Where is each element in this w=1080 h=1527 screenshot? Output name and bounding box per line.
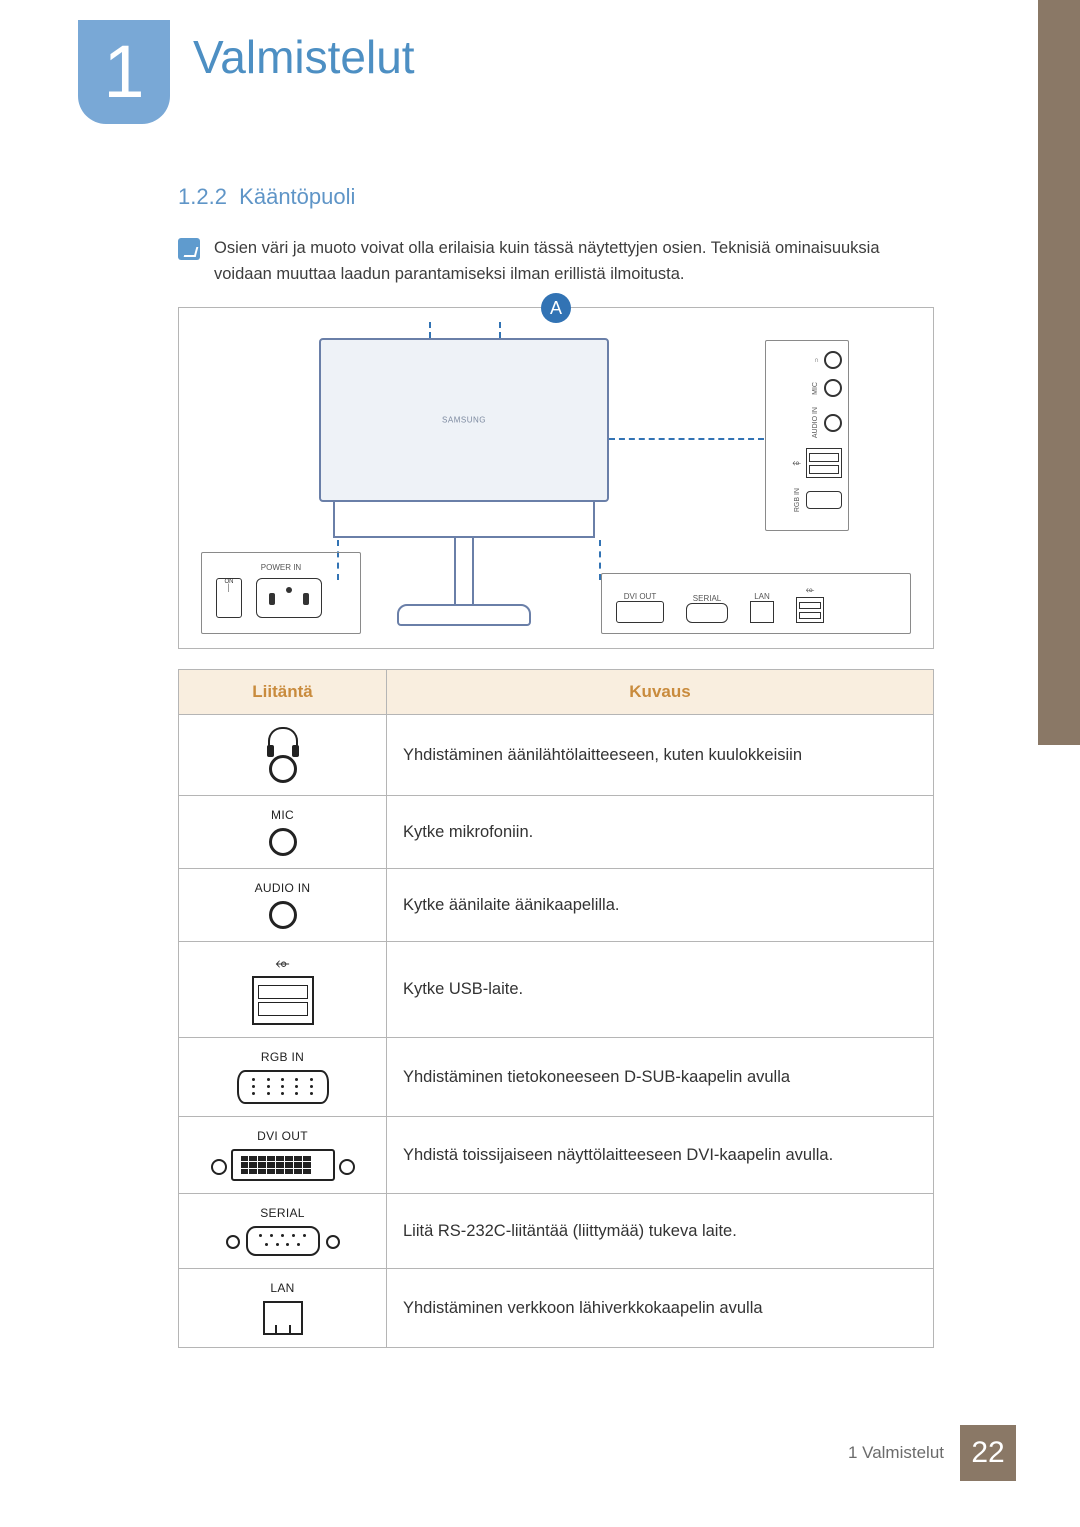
audio-in-jack-icon xyxy=(824,414,842,432)
port-desc: Yhdistä toissijaiseen näyttölaitteeseen … xyxy=(387,1117,934,1194)
port-label: LAN xyxy=(185,1281,380,1295)
chapter-title: Valmistelut xyxy=(193,30,415,84)
lan-label-small: LAN xyxy=(750,592,774,601)
port-label: RGB IN xyxy=(185,1050,380,1064)
headphone-jack-icon xyxy=(824,351,842,369)
headphone-jack-icon xyxy=(269,755,297,783)
dvi-port-icon xyxy=(231,1149,335,1181)
side-color-bar xyxy=(1038,0,1080,745)
power-in-label: POWER IN xyxy=(216,563,346,572)
audio-in-jack-icon xyxy=(269,901,297,929)
power-switch-icon: ON│ xyxy=(216,578,242,618)
monitor-rear-icon xyxy=(319,338,609,626)
side-ports-panel: ∩ MIC AUDIO IN ⬰ RGB IN xyxy=(765,340,849,531)
ports-table: Liitäntä Kuvaus Yhdistäminen äänilähtöla… xyxy=(178,669,934,1348)
table-row: Yhdistäminen äänilähtölaitteeseen, kuten… xyxy=(179,715,934,796)
mic-jack-icon xyxy=(269,828,297,856)
usb-icon: ⬰ xyxy=(185,954,380,972)
mic-jack-icon xyxy=(824,379,842,397)
port-desc: Yhdistäminen tietokoneeseen D-SUB-kaapel… xyxy=(387,1038,934,1117)
serial-port-icon xyxy=(246,1226,320,1256)
port-desc: Yhdistäminen äänilähtölaitteeseen, kuten… xyxy=(387,715,934,796)
port-desc: Kytke äänilaite äänikaapelilla. xyxy=(387,869,934,942)
port-label: AUDIO IN xyxy=(185,881,380,895)
table-row: MIC Kytke mikrofoniin. xyxy=(179,796,934,869)
bottom-ports-panel: DVI OUT SERIAL LAN ⬰ xyxy=(601,573,911,634)
table-row: RGB IN Yhdistäminen tietokoneeseen D-SUB… xyxy=(179,1038,934,1117)
section-title: Kääntöpuoli xyxy=(239,184,355,209)
serial-port-icon xyxy=(686,603,728,623)
table-row: SERIAL Liitä RS-232C-liitäntää (liittymä… xyxy=(179,1194,934,1269)
note-icon xyxy=(178,238,200,260)
guide-line xyxy=(609,438,764,440)
lan-port-icon xyxy=(750,601,774,623)
rear-diagram: A ∩ MIC AUDIO IN ⬰ RGB IN POWER IN ON│ D… xyxy=(178,307,934,649)
vga-port-icon xyxy=(806,491,842,509)
serial-label-small: SERIAL xyxy=(686,594,728,603)
port-desc: Liitä RS-232C-liitäntää (liittymää) tuke… xyxy=(387,1194,934,1269)
vga-port-icon xyxy=(237,1070,329,1104)
rgb-in-label-small: RGB IN xyxy=(794,488,801,512)
guide-line xyxy=(429,322,431,338)
page-number-badge: 22 xyxy=(960,1425,1016,1481)
lan-port-icon xyxy=(263,1301,303,1335)
usb-port-icon xyxy=(806,448,842,478)
power-inlet-icon xyxy=(256,578,322,618)
port-label: DVI OUT xyxy=(185,1129,380,1143)
audio-in-label-small: AUDIO IN xyxy=(812,407,819,438)
port-desc: Kytke mikrofoniin. xyxy=(387,796,934,869)
note-row: Osien väri ja muoto voivat olla erilaisi… xyxy=(178,236,934,287)
port-desc: Kytke USB-laite. xyxy=(387,942,934,1038)
table-row: LAN Yhdistäminen verkkoon lähiverkkokaap… xyxy=(179,1269,934,1348)
mic-label-small: MIC xyxy=(812,382,819,395)
callout-a-marker: A xyxy=(541,293,571,323)
chapter-number: 1 xyxy=(103,30,144,113)
note-text: Osien väri ja muoto voivat olla erilaisi… xyxy=(214,236,934,287)
port-label: SERIAL xyxy=(185,1206,380,1220)
col-header-desc: Kuvaus xyxy=(387,670,934,715)
dvi-port-icon xyxy=(616,601,664,623)
usb-port-icon xyxy=(252,976,314,1025)
table-row: ⬰ Kytke USB-laite. xyxy=(179,942,934,1038)
page-footer: 1 Valmistelut 22 xyxy=(848,1425,1016,1481)
table-row: DVI OUT Yhdistä toissijaiseen näyttölait… xyxy=(179,1117,934,1194)
port-desc: Yhdistäminen verkkoon lähiverkkokaapelin… xyxy=(387,1269,934,1348)
table-row: AUDIO IN Kytke äänilaite äänikaapelilla. xyxy=(179,869,934,942)
dvi-out-label-small: DVI OUT xyxy=(616,592,664,601)
usb-glyph-small: ⬰ xyxy=(796,584,824,597)
footer-text: 1 Valmistelut xyxy=(848,1443,944,1463)
power-panel: POWER IN ON│ xyxy=(201,552,361,634)
usb-port-icon xyxy=(796,597,824,623)
col-header-port: Liitäntä xyxy=(179,670,387,715)
guide-line xyxy=(499,322,501,338)
headphone-icon: ∩ xyxy=(814,357,819,364)
section-heading: 1.2.2 Kääntöpuoli xyxy=(178,184,934,210)
usb-glyph-small: ⬰ xyxy=(792,457,801,470)
chapter-tab: 1 xyxy=(78,20,170,124)
headphone-icon xyxy=(268,727,298,751)
port-label: MIC xyxy=(185,808,380,822)
section-number: 1.2.2 xyxy=(178,184,227,209)
